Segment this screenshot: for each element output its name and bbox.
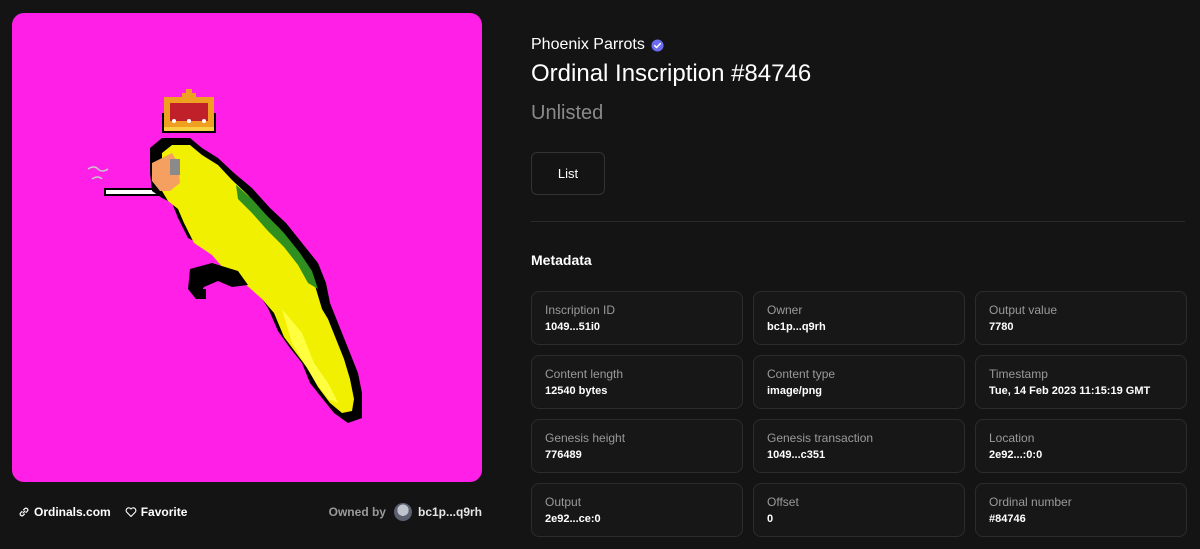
card-value[interactable]: #84746 — [989, 512, 1173, 526]
ordinals-link[interactable]: Ordinals.com — [18, 505, 111, 519]
card-value[interactable]: 2e92...ce:0 — [545, 512, 729, 526]
metadata-genesis-height: Genesis height 776489 — [531, 419, 743, 473]
card-label: Genesis transaction — [767, 431, 874, 445]
divider — [531, 221, 1185, 222]
verified-badge-icon — [651, 38, 664, 52]
metadata-content-type: Content type image/png — [753, 355, 965, 409]
metadata-grid: Inscription ID 1049...51i0 Owner bc1p...… — [531, 291, 1187, 537]
ordinals-link-label: Ordinals.com — [34, 505, 111, 519]
link-icon — [19, 507, 29, 517]
favorite-button[interactable]: Favorite — [125, 505, 188, 519]
card-value: 0 — [767, 513, 774, 525]
owned-by: Owned by bc1p...q9rh — [329, 503, 482, 521]
owner-address-link[interactable]: bc1p...q9rh — [418, 505, 482, 519]
page-title: Ordinal Inscription #84746 — [531, 60, 812, 87]
metadata-content-length: Content length 12540 bytes — [531, 355, 743, 409]
card-label: Output — [545, 495, 582, 509]
listing-status: Unlisted — [531, 102, 604, 124]
smoke-icon — [87, 166, 109, 180]
card-value[interactable]: bc1p...q9rh — [767, 320, 951, 334]
collection-link[interactable]: Phoenix Parrots — [531, 36, 664, 54]
metadata-genesis-transaction: Genesis transaction 1049...c351 — [753, 419, 965, 473]
card-label: Content length — [545, 367, 624, 381]
metadata-location: Location 2e92...:0:0 — [975, 419, 1187, 473]
metadata-owner: Owner bc1p...q9rh — [753, 291, 965, 345]
favorite-label: Favorite — [140, 505, 188, 519]
card-label: Content type — [767, 367, 836, 381]
metadata-timestamp: Timestamp Tue, 14 Feb 2023 11:15:19 GMT — [975, 355, 1187, 409]
cigarette — [106, 190, 156, 194]
eye — [170, 159, 180, 175]
card-label: Offset — [767, 495, 799, 509]
parrot-pixel-art — [87, 89, 362, 423]
metadata-ordinal-number: Ordinal number #84746 — [975, 483, 1187, 537]
metadata-inscription-id: Inscription ID 1049...51i0 — [531, 291, 743, 345]
heart-icon — [125, 507, 137, 518]
card-value: 12540 bytes — [545, 385, 608, 397]
metadata-heading: Metadata — [531, 252, 592, 268]
card-value: Tue, 14 Feb 2023 11:15:19 GMT — [989, 385, 1151, 397]
art-footer: Ordinals.com Favorite Owned by bc1p...q9… — [18, 502, 482, 522]
card-value[interactable]: 776489 — [545, 448, 729, 462]
card-label: Location — [989, 431, 1035, 445]
card-value[interactable]: 2e92...:0:0 — [989, 448, 1173, 462]
card-label: Ordinal number — [989, 495, 1072, 509]
crown-icon — [162, 89, 216, 133]
metadata-offset: Offset 0 — [753, 483, 965, 537]
card-label: Genesis height — [545, 431, 626, 445]
list-button[interactable]: List — [531, 152, 605, 195]
owner-avatar[interactable] — [393, 503, 412, 521]
metadata-output-value: Output value 7780 — [975, 291, 1187, 345]
inscription-image — [12, 13, 482, 482]
card-value[interactable]: 1049...51i0 — [545, 320, 729, 334]
card-label: Inscription ID — [545, 303, 616, 317]
card-label: Timestamp — [989, 367, 1048, 381]
owned-by-label: Owned by — [328, 505, 386, 519]
card-value: 7780 — [989, 321, 1014, 333]
card-label: Owner — [767, 303, 803, 317]
collection-name: Phoenix Parrots — [531, 36, 645, 53]
metadata-output: Output 2e92...ce:0 — [531, 483, 743, 537]
card-label: Output value — [989, 303, 1058, 317]
card-value: image/png — [767, 385, 823, 397]
card-value[interactable]: 1049...c351 — [767, 448, 951, 462]
